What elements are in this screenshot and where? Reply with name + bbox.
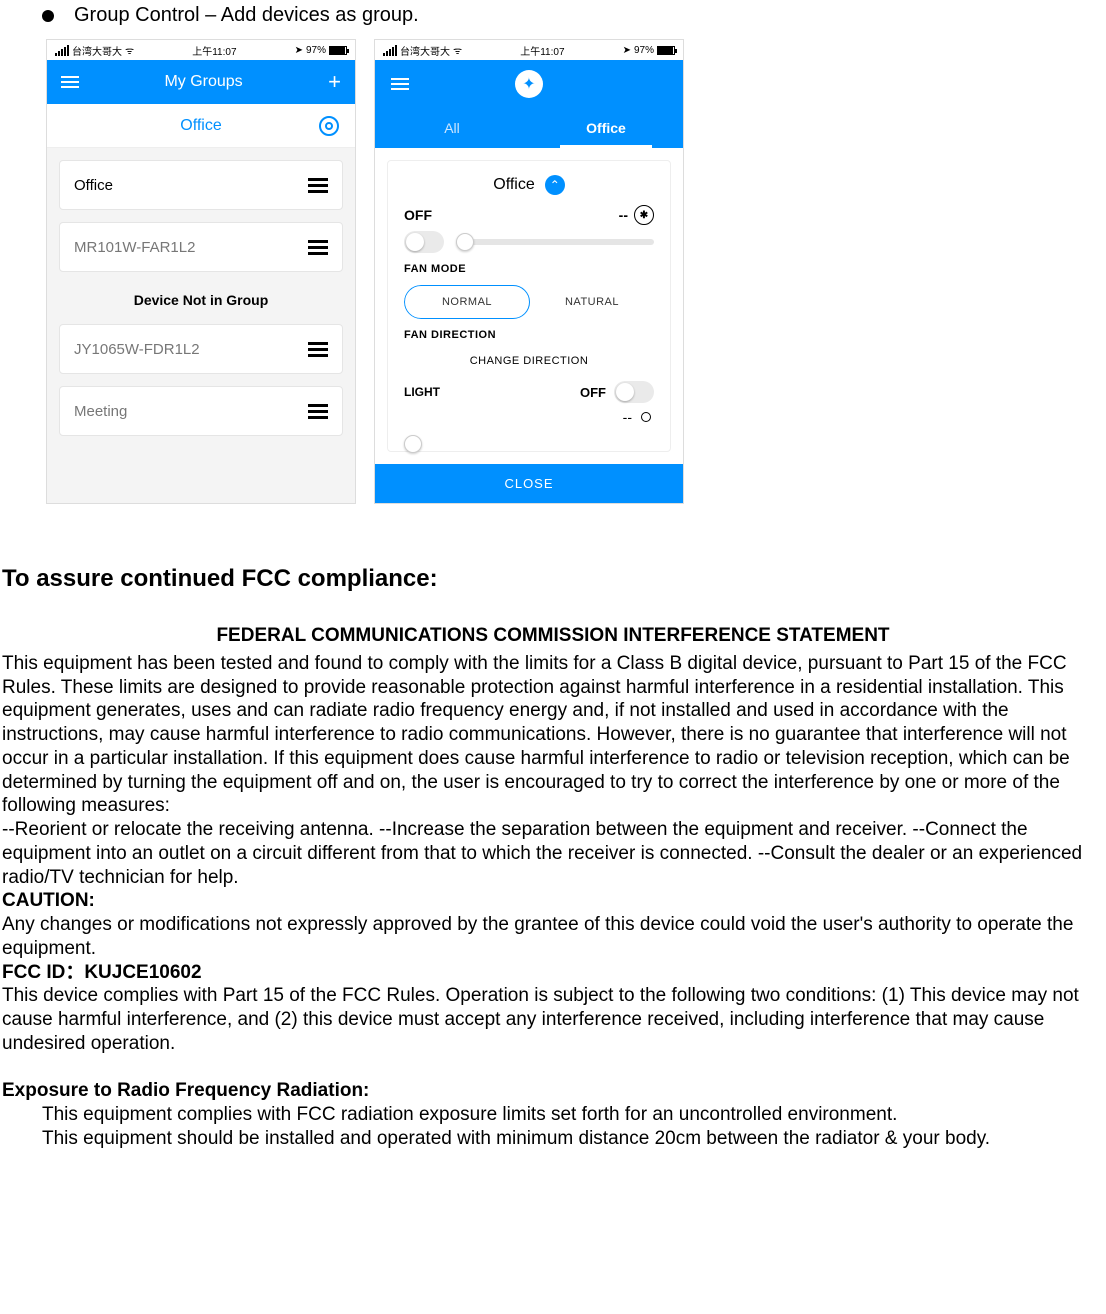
location-icon: ➤ xyxy=(623,45,631,56)
drag-handle-icon[interactable] xyxy=(308,178,328,193)
device-name: JY1065W-FDR1L2 xyxy=(74,341,200,358)
signal-icon xyxy=(383,45,397,56)
signal-icon xyxy=(55,45,69,56)
carrier-label: 台湾大哥大 xyxy=(72,43,122,58)
tab-all[interactable]: All xyxy=(375,108,529,148)
document-body: To assure continued FCC compliance: FEDE… xyxy=(0,564,1106,1151)
chevron-up-icon[interactable]: ⌃ xyxy=(545,175,565,195)
menu-icon[interactable] xyxy=(61,76,79,88)
brightness-icon xyxy=(638,409,654,425)
add-icon[interactable]: + xyxy=(328,69,341,95)
battery-icon xyxy=(657,46,675,55)
bullet-icon xyxy=(42,10,54,22)
panel-title-row: Office ⌃ xyxy=(404,175,654,195)
bullet-text: Group Control – Add devices as group. xyxy=(74,4,419,27)
device-card[interactable]: Office xyxy=(59,160,343,210)
location-icon: ➤ xyxy=(295,45,303,56)
time-label: 上午11:07 xyxy=(520,43,564,58)
header-title: My Groups xyxy=(164,73,242,91)
app-header: ✦ xyxy=(375,60,683,108)
fan-icon: ✱ xyxy=(634,205,654,225)
drag-handle-icon[interactable] xyxy=(308,342,328,357)
caution-label: CAUTION: xyxy=(2,890,95,911)
status-bar: 台湾大哥大 ᯤ 上午11:07 ➤ 97% xyxy=(375,40,683,60)
fcc-paragraph-1: This equipment has been tested and found… xyxy=(2,652,1104,818)
device-card[interactable]: MR101W-FAR1L2 xyxy=(59,222,343,272)
fcc-paragraph-2: --Reorient or relocate the receiving ant… xyxy=(2,818,1104,889)
active-group-row[interactable]: Office xyxy=(47,104,355,148)
active-group-label: Office xyxy=(180,117,222,135)
time-label: 上午11:07 xyxy=(192,43,236,58)
fan-mode-natural[interactable]: NATURAL xyxy=(530,285,654,319)
fan-mode-normal[interactable]: NORMAL xyxy=(404,285,530,319)
light-section-label: LIGHT xyxy=(404,385,440,399)
battery-label: 97% xyxy=(306,45,326,56)
battery-icon xyxy=(329,46,347,55)
rf-line-1: This equipment complies with FCC radiati… xyxy=(2,1103,1104,1127)
bullet-heading: Group Control – Add devices as group. xyxy=(0,4,1106,27)
drag-handle-icon[interactable] xyxy=(308,404,328,419)
gear-icon[interactable] xyxy=(319,116,339,136)
caution-text: Any changes or modifications not express… xyxy=(2,913,1104,961)
fed-statement-title: FEDERAL COMMUNICATIONS COMMISSION INTERF… xyxy=(2,624,1104,648)
phone-right: 台湾大哥大 ᯤ 上午11:07 ➤ 97% ✦ All Office xyxy=(374,39,684,504)
light-power-toggle[interactable] xyxy=(614,381,654,403)
fan-speed-value: -- xyxy=(619,207,628,223)
fan-mode-segment: NORMAL NATURAL xyxy=(404,285,654,319)
menu-icon[interactable] xyxy=(391,78,409,90)
device-card[interactable]: JY1065W-FDR1L2 xyxy=(59,324,343,374)
device-name: Meeting xyxy=(74,403,127,420)
close-button[interactable]: CLOSE xyxy=(375,464,683,503)
fan-mode-label: FAN MODE xyxy=(404,263,654,275)
app-logo-icon: ✦ xyxy=(515,70,543,98)
panel-title: Office xyxy=(493,176,535,194)
fan-direction-label: FAN DIRECTION xyxy=(404,329,654,341)
carrier-label: 台湾大哥大 xyxy=(400,43,450,58)
device-card[interactable]: Meeting xyxy=(59,386,343,436)
change-direction-button[interactable]: CHANGE DIRECTION xyxy=(404,351,654,371)
battery-label: 97% xyxy=(634,45,654,56)
fcc-id-label: FCC ID：KUJCE10602 xyxy=(2,962,202,983)
fan-power-toggle[interactable] xyxy=(404,231,444,253)
section-label: Device Not in Group xyxy=(59,284,343,312)
fan-speed-slider[interactable] xyxy=(456,239,654,245)
group-tabs: All Office xyxy=(375,108,683,148)
fan-state-label: OFF xyxy=(404,207,432,223)
control-panel: Office ⌃ OFF -- ✱ FAN MODE NORMAL xyxy=(387,160,671,452)
tab-office[interactable]: Office xyxy=(529,108,683,148)
drag-handle-icon[interactable] xyxy=(308,240,328,255)
wifi-icon: ᯤ xyxy=(453,43,462,57)
brightness-value: -- xyxy=(623,409,632,425)
rf-exposure-label: Exposure to Radio Frequency Radiation: xyxy=(2,1080,369,1101)
fcc-heading: To assure continued FCC compliance: xyxy=(2,564,1104,594)
phone-left: 台湾大哥大 ᯤ 上午11:07 ➤ 97% My Groups + Office xyxy=(46,39,356,504)
status-bar: 台湾大哥大 ᯤ 上午11:07 ➤ 97% xyxy=(47,40,355,60)
wifi-icon: ᯤ xyxy=(125,43,134,57)
device-name: Office xyxy=(74,177,113,194)
rf-line-2: This equipment should be installed and o… xyxy=(2,1127,1104,1151)
fcc-paragraph-3: This device complies with Part 15 of the… xyxy=(2,984,1104,1055)
light-state-label: OFF xyxy=(580,385,606,400)
device-name: MR101W-FAR1L2 xyxy=(74,239,195,256)
app-header: My Groups + xyxy=(47,60,355,104)
